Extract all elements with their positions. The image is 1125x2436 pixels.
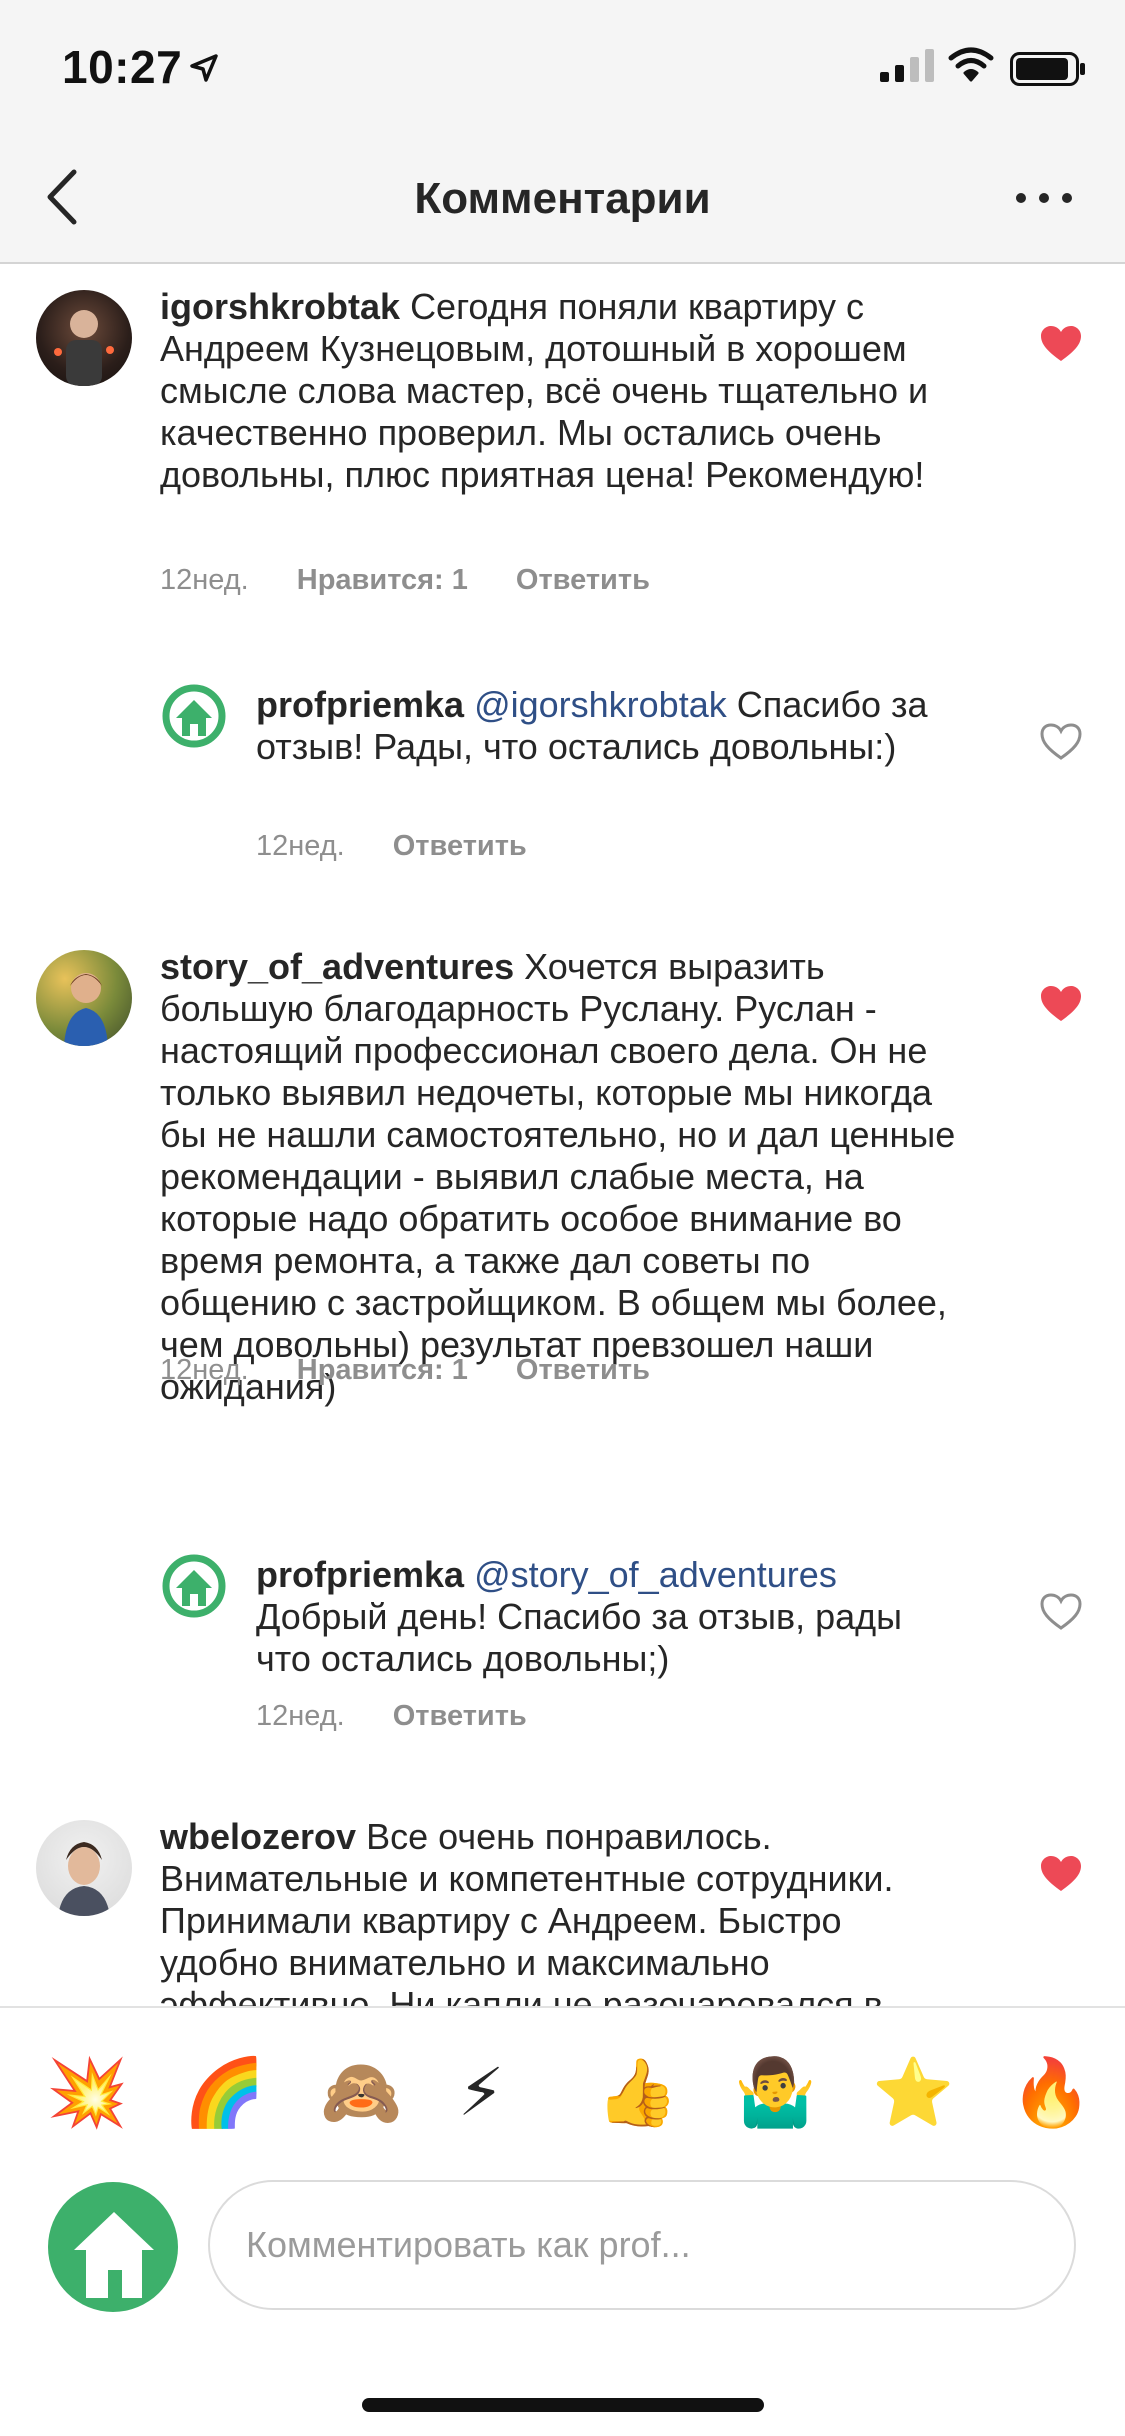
avatar-photo: [64, 973, 108, 1046]
comment-username[interactable]: igorshkrobtak: [160, 286, 400, 327]
likes-count[interactable]: Нравится: 1: [297, 1354, 468, 1387]
reaction-thumbs-up-emoji[interactable]: 👍: [596, 2058, 678, 2128]
reaction-see-no-evil-emoji[interactable]: 🙈: [320, 2058, 402, 2128]
heart-outline-icon[interactable]: [1039, 1592, 1083, 1632]
avatar-photo: [54, 310, 114, 386]
reply-button[interactable]: Ответить: [393, 1700, 527, 1733]
mention-link[interactable]: @igorshkrobtak: [474, 684, 727, 725]
avatar[interactable]: [162, 684, 226, 748]
heart-filled-icon[interactable]: [1039, 1854, 1083, 1894]
avatar[interactable]: [162, 1554, 226, 1618]
comment-composer: [0, 2174, 1125, 2436]
home-indicator: [362, 2398, 764, 2412]
reply-button[interactable]: Ответить: [393, 830, 527, 863]
home-logo-icon: [74, 2212, 154, 2298]
comment-text: wbelozerov Все очень понравилось. Внимат…: [160, 1816, 960, 2006]
reaction-collision-emoji[interactable]: 💥: [46, 2058, 128, 2128]
comment-meta: 12нед. Ответить: [256, 830, 527, 863]
comments-list: igorshkrobtak Сегодня поняли квартиру с …: [0, 266, 1125, 2006]
comment-body: Хочется выразить большую благодарность Р…: [160, 946, 956, 1407]
mention-link[interactable]: @story_of_adventures: [474, 1554, 837, 1595]
more-options-icon[interactable]: [1009, 180, 1079, 216]
avatar-photo: [58, 1842, 110, 1916]
avatar[interactable]: [36, 290, 132, 386]
comment-meta: 12нед. Ответить: [256, 1700, 527, 1733]
comment-username[interactable]: wbelozerov: [160, 1816, 356, 1857]
comment-time: 12нед.: [160, 1354, 249, 1386]
comment-meta: 12нед. Нравится: 1 Ответить: [160, 564, 650, 597]
reaction-rainbow-emoji[interactable]: 🌈: [183, 2058, 265, 2128]
reaction-shrug-emoji[interactable]: 🤷‍♂️: [734, 2058, 816, 2128]
comment-text: profpriemka @story_of_adventures Добрый …: [256, 1554, 956, 1680]
location-arrow-icon: [190, 54, 218, 82]
comment-username[interactable]: story_of_adventures: [160, 946, 514, 987]
reaction-fire-emoji[interactable]: 🔥: [1010, 2058, 1092, 2128]
comment-input[interactable]: [208, 2180, 1076, 2310]
reaction-star-emoji[interactable]: ⭐: [872, 2058, 954, 2128]
reply-button[interactable]: Ответить: [516, 564, 650, 597]
reply-button[interactable]: Ответить: [516, 1354, 650, 1387]
wifi-icon: [948, 47, 994, 82]
comment-text: story_of_adventures Хочется выразить бол…: [160, 946, 960, 1408]
comment-time: 12нед.: [256, 830, 345, 862]
page-title: Комментарии: [414, 174, 711, 223]
navigation-bar: Комментарии: [0, 132, 1125, 264]
reaction-lightning-emoji[interactable]: ⚡: [458, 2058, 504, 2128]
avatar[interactable]: [36, 1820, 132, 1916]
status-time: 10:27: [62, 41, 183, 93]
likes-count[interactable]: Нравится: 1: [297, 564, 468, 597]
comment-text: igorshkrobtak Сегодня поняли квартиру с …: [160, 286, 960, 496]
comment-username[interactable]: profpriemka: [256, 684, 464, 725]
comment-username[interactable]: profpriemka: [256, 1554, 464, 1595]
home-logo-icon: [162, 1554, 226, 1618]
home-logo-icon: [162, 684, 226, 748]
heart-outline-icon[interactable]: [1039, 722, 1083, 762]
comment-body: Добрый день! Спасибо за отзыв, рады что …: [256, 1596, 903, 1679]
heart-filled-icon[interactable]: [1039, 984, 1083, 1024]
comment-meta: 12нед. Нравится: 1 Ответить: [160, 1354, 650, 1387]
quick-reactions-bar: 💥 🌈 🙈 ⚡ 👍 🤷‍♂️ ⭐ 🔥: [0, 2006, 1125, 2174]
battery-icon: [1010, 52, 1085, 86]
status-bar: 10:27: [0, 0, 1125, 132]
avatar[interactable]: [36, 950, 132, 1046]
heart-filled-icon[interactable]: [1039, 324, 1083, 364]
current-user-avatar: [48, 2182, 178, 2312]
comment-text: profpriemka @igorshkrobtak Спасибо за от…: [256, 684, 956, 768]
comment-time: 12нед.: [256, 1700, 345, 1732]
comment-time: 12нед.: [160, 564, 249, 596]
cellular-signal-icon: [880, 49, 934, 82]
